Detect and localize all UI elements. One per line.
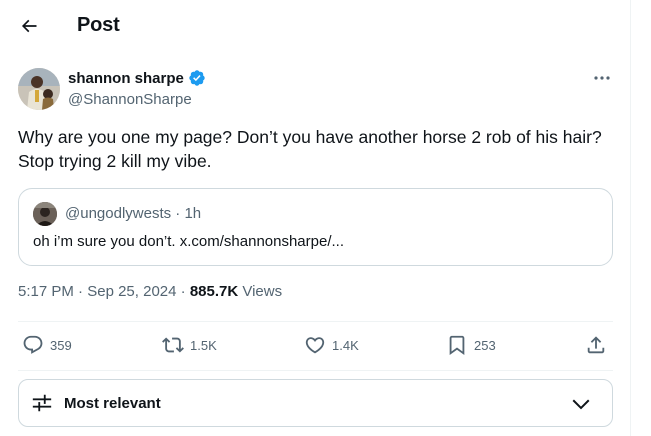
- page-title: Post: [77, 14, 120, 36]
- avatar-image: [18, 68, 60, 110]
- meta-separator: ·: [78, 283, 84, 300]
- avatar[interactable]: [18, 68, 60, 110]
- back-button[interactable]: [14, 11, 44, 41]
- views-label: Views: [242, 283, 283, 300]
- post-text: Why are you one my page? Don’t you have …: [18, 127, 602, 171]
- quoted-post[interactable]: @ungodlywests · 1h oh i’m sure you don’t…: [18, 188, 613, 266]
- post-date[interactable]: Sep 25, 2024: [87, 283, 176, 300]
- share-button[interactable]: [585, 334, 607, 356]
- quote-age: 1h: [184, 205, 202, 222]
- sliders-icon: [32, 394, 52, 412]
- quote-text: oh i’m sure you don’t. x.com/shannonshar…: [33, 233, 345, 250]
- quote-separator: ·: [175, 205, 181, 222]
- like-count: 1.4K: [332, 337, 359, 353]
- reply-sort-dropdown[interactable]: Most relevant: [18, 379, 613, 427]
- column-border: [630, 0, 631, 436]
- sort-label: Most relevant: [64, 395, 161, 412]
- repost-icon: [162, 337, 184, 353]
- repost-count: 1.5K: [190, 337, 217, 353]
- reply-button[interactable]: 359: [22, 334, 72, 356]
- reply-count: 359: [50, 337, 72, 353]
- post-meta: 5:17 PM · Sep 25, 2024 · 885.7K Views: [18, 283, 282, 300]
- bookmark-icon: [449, 335, 465, 356]
- more-options-button[interactable]: [588, 68, 616, 88]
- like-button[interactable]: 1.4K: [304, 334, 359, 356]
- quote-avatar: [33, 202, 57, 226]
- quote-meta: @ungodlywests · 1h: [65, 205, 201, 222]
- author-handle[interactable]: @ShannonSharpe: [68, 91, 192, 108]
- divider: [18, 370, 613, 371]
- views-count: 885.7K: [189, 283, 239, 300]
- chevron-down-icon: [572, 399, 590, 410]
- repost-button[interactable]: 1.5K: [162, 334, 217, 356]
- bookmark-button[interactable]: 253: [446, 334, 496, 356]
- action-bar: 359 1.5K 1.4K 253: [18, 322, 613, 370]
- heart-icon: [305, 337, 325, 354]
- author-name-row: shannon sharpe: [68, 69, 206, 87]
- bookmark-count: 253: [474, 337, 496, 353]
- reply-bubble-icon: [23, 335, 43, 354]
- more-dots-icon: [594, 76, 610, 80]
- arrow-left-icon: [21, 19, 37, 33]
- meta-separator: ·: [180, 283, 186, 300]
- author-name[interactable]: shannon sharpe: [68, 70, 184, 87]
- quote-handle[interactable]: @ungodlywests: [65, 205, 171, 222]
- verified-badge-icon: [188, 69, 206, 87]
- share-upload-icon: [587, 336, 605, 354]
- page-header: Post: [0, 0, 630, 53]
- post-time[interactable]: 5:17 PM: [18, 283, 74, 300]
